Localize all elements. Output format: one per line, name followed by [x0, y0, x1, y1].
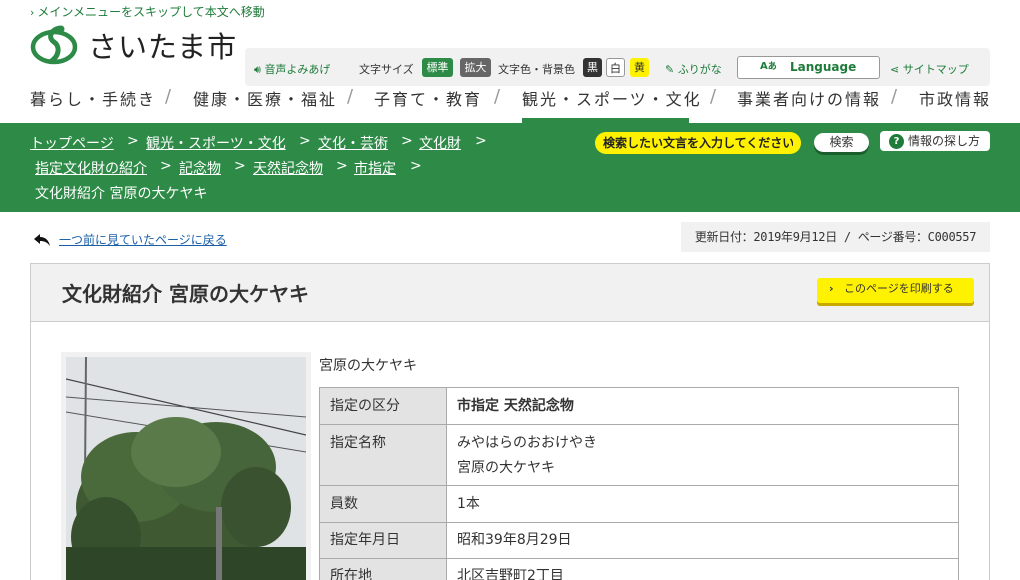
breadcrumb-current: 文化財紹介 宮原の大ケヤキ [35, 186, 208, 202]
breadcrumb-separator: > [160, 158, 172, 174]
update-info: 更新日付：2019年9月12日 / ページ番号：C000557 [681, 222, 990, 252]
row-label: 員数 [319, 485, 447, 523]
breadcrumb-link[interactable]: 市指定 [354, 158, 396, 178]
search-button[interactable]: 検索 [814, 133, 869, 152]
main-content: 文化財紹介 宮原の大ケヤキ › このページを印刷する 宮原の大ケヤキ 指定の区分… [30, 263, 990, 580]
row-label: 指定名称 [319, 424, 447, 486]
nav-separator: / [710, 86, 717, 107]
row-label: 所在地 [319, 558, 447, 580]
furigana-button[interactable]: ✎ ふりがな [665, 61, 722, 77]
page-title: 文化財紹介 宮原の大ケヤキ [62, 282, 309, 306]
breadcrumb-link[interactable]: 文化財 [419, 133, 461, 153]
nav-separator: / [165, 86, 172, 107]
breadcrumb-separator: > [299, 133, 311, 149]
page-title-bar: 文化財紹介 宮原の大ケヤキ › このページを印刷する [31, 264, 989, 322]
search-input[interactable] [595, 132, 801, 154]
nav-health[interactable]: 健康・医療・福祉 [193, 86, 337, 110]
row-value: 北区吉野町2丁目 [446, 558, 959, 580]
nav-childcare[interactable]: 子育て・教育 [374, 86, 482, 110]
nav-separator: / [891, 86, 898, 107]
photo-frame [61, 352, 311, 580]
share-icon: ⋖ [890, 63, 900, 76]
back-link[interactable]: 一つ前に見ていたページに戻る [33, 231, 227, 248]
chevron-right-icon: › [30, 6, 35, 19]
nav-city-admin[interactable]: 市政情報 [919, 86, 991, 110]
breadcrumb-separator: > [234, 158, 246, 174]
font-size-large-button[interactable]: 拡大 [460, 58, 491, 77]
skip-to-content-link[interactable]: › メインメニューをスキップして本文へ移動 [30, 3, 265, 20]
sitemap-link[interactable]: ⋖ サイトマップ [890, 61, 969, 77]
heritage-info-table: 指定の区分 市指定 天然記念物 指定名称 みやはらのおおけやき 宮原の大ケヤキ 員… [319, 387, 959, 580]
breadcrumb-separator: > [127, 133, 139, 149]
font-size-standard-button[interactable]: 標準 [422, 58, 453, 77]
nav-tourism[interactable]: 観光・スポーツ・文化 [522, 86, 702, 110]
row-value: 昭和39年8月29日 [446, 522, 959, 559]
name-kanji: 宮原の大ケヤキ [457, 460, 555, 476]
zelkova-tree-photo [66, 357, 306, 580]
global-navigation: 暮らし・手続き / 健康・医療・福祉 / 子育て・教育 / 観光・スポーツ・文化… [0, 84, 1020, 124]
question-icon: ? [889, 134, 904, 149]
nav-separator: / [347, 86, 354, 107]
row-label: 指定の区分 [319, 387, 447, 425]
site-logo[interactable]: さいたま市 [30, 24, 237, 66]
breadcrumb-separator: > [401, 133, 413, 149]
color-white-button[interactable]: 白 [606, 58, 625, 77]
table-row: 指定年月日 昭和39年8月29日 [319, 522, 959, 559]
row-label: 指定年月日 [319, 522, 447, 559]
font-size-label: 文字サイズ [359, 63, 414, 76]
pencil-icon: ✎ [665, 63, 675, 76]
row-value: みやはらのおおけやき 宮原の大ケヤキ [446, 424, 959, 486]
table-row: 員数 1本 [319, 485, 959, 523]
reading-kana: みやはらのおおけやき [457, 435, 597, 451]
nav-living[interactable]: 暮らし・手続き [30, 86, 156, 110]
color-black-button[interactable]: 黒 [583, 58, 602, 77]
breadcrumb: トップページ > 観光・スポーツ・文化 > 文化・芸術 > 文化財 > 指定文化… [0, 123, 1020, 212]
city-emblem-icon [30, 25, 78, 65]
breadcrumb-link[interactable]: 指定文化財の紹介 [35, 158, 147, 178]
voice-reader-button[interactable]: 🔊︎ 音声よみあげ [254, 61, 330, 77]
breadcrumb-link[interactable]: 文化・芸術 [318, 133, 388, 153]
language-button[interactable]: Aあ Language [737, 56, 880, 79]
nav-business[interactable]: 事業者向けの情報 [737, 86, 881, 110]
color-yellow-button[interactable]: 黄 [630, 58, 649, 77]
color-label: 文字色・背景色 [498, 63, 575, 76]
speaker-icon: 🔊︎ [254, 63, 261, 76]
language-icon: Aあ [760, 61, 777, 72]
table-row: 所在地 北区吉野町2丁目 [319, 558, 959, 580]
print-button[interactable]: › このページを印刷する [817, 278, 974, 303]
breadcrumb-link[interactable]: トップページ [30, 133, 114, 153]
breadcrumb-separator: > [475, 133, 487, 149]
row-value: 市指定 天然記念物 [446, 387, 959, 425]
breadcrumb-link[interactable]: 天然記念物 [253, 158, 323, 178]
nav-separator: / [494, 86, 501, 107]
back-arrow-icon [34, 233, 50, 246]
chevron-right-icon: › [829, 282, 834, 295]
table-row: 指定名称 みやはらのおおけやき 宮原の大ケヤキ [319, 424, 959, 486]
breadcrumb-link[interactable]: 観光・スポーツ・文化 [146, 133, 286, 153]
accessibility-toolbar: 🔊︎ 音声よみあげ 文字サイズ 標準 拡大 文字色・背景色 黒 白 黄 ✎ ふり… [245, 48, 990, 86]
search-help-button[interactable]: ? 情報の探し方 [880, 131, 990, 151]
photo-caption: 宮原の大ケヤキ [319, 358, 417, 374]
row-value: 1本 [446, 485, 959, 523]
table-row: 指定の区分 市指定 天然記念物 [319, 387, 959, 425]
breadcrumb-separator: > [410, 158, 422, 174]
breadcrumb-separator: > [336, 158, 348, 174]
site-name: さいたま市 [88, 30, 238, 64]
breadcrumb-link[interactable]: 記念物 [179, 158, 221, 178]
